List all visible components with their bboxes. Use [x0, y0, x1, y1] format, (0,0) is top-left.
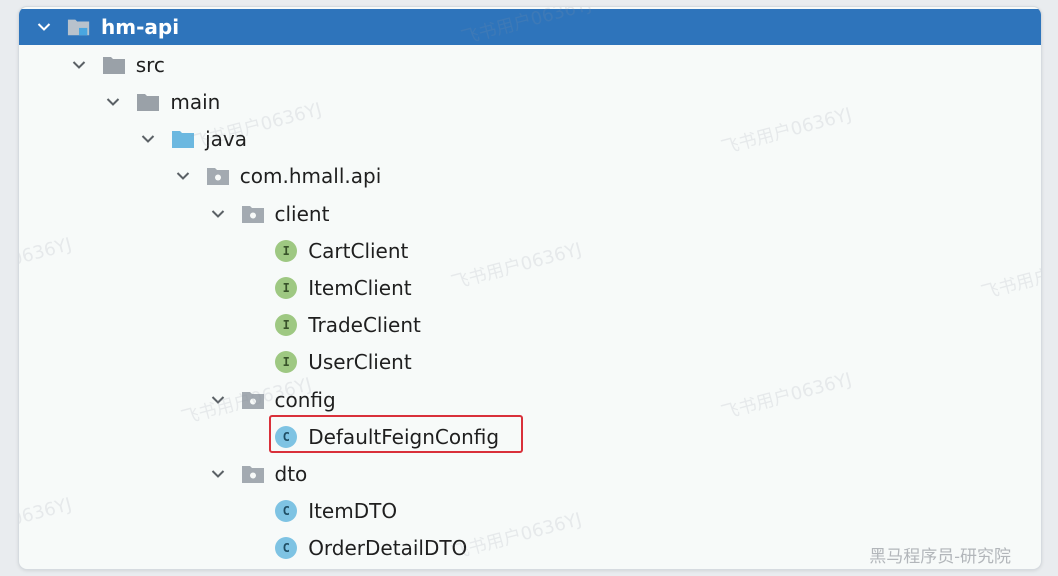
- tree-row-label: main: [170, 89, 221, 114]
- tree-row[interactable]: I CartClient: [19, 232, 1041, 269]
- arrow-spacer: [241, 426, 263, 448]
- tree-row-label: CartClient: [308, 238, 409, 263]
- corner-watermark: 黑马程序员-研究院: [869, 547, 1011, 567]
- tree-row-label: java: [205, 127, 247, 152]
- tree-row-label: ItemClient: [308, 275, 412, 300]
- package-icon: [241, 463, 265, 485]
- package-icon: [241, 203, 265, 225]
- tree-row-label: config: [274, 387, 336, 412]
- arrow-spacer: [241, 277, 263, 299]
- chevron-down-icon[interactable]: [172, 165, 194, 187]
- package-icon: [241, 389, 265, 411]
- arrow-spacer: [241, 314, 263, 336]
- chevron-down-icon[interactable]: [33, 16, 55, 38]
- tree-row[interactable]: C ItemDTO: [19, 493, 1041, 530]
- chevron-down-icon[interactable]: [207, 463, 229, 485]
- highlight-box: [269, 415, 523, 453]
- folder-icon: [102, 54, 126, 76]
- folder-icon: [136, 91, 160, 113]
- chevron-down-icon[interactable]: [207, 203, 229, 225]
- tree-row-label: TradeClient: [308, 313, 421, 338]
- tree-row-label: client: [274, 201, 330, 226]
- tree-row-label: OrderDetailDTO: [308, 536, 468, 561]
- tree-row[interactable]: java: [19, 121, 1041, 158]
- tree-row-label: com.hmall.api: [239, 164, 382, 189]
- class-icon: C: [275, 537, 298, 560]
- tree-row[interactable]: com.hmall.api: [19, 158, 1041, 195]
- arrow-spacer: [241, 537, 263, 559]
- chevron-down-icon[interactable]: [207, 389, 229, 411]
- tree-row-label: hm-api: [101, 15, 180, 39]
- tree-row-label: UserClient: [308, 350, 412, 375]
- tree-row[interactable]: src: [19, 46, 1041, 83]
- source-folder-icon: [171, 128, 195, 150]
- arrow-spacer: [241, 500, 263, 522]
- interface-icon: I: [275, 276, 298, 299]
- interface-icon: I: [275, 314, 298, 337]
- arrow-spacer: [241, 240, 263, 262]
- tree-row[interactable]: hm-api: [19, 9, 1041, 45]
- tree-row[interactable]: main: [19, 83, 1041, 120]
- chevron-down-icon[interactable]: [102, 91, 124, 113]
- tree-row[interactable]: I UserClient: [19, 344, 1041, 381]
- package-icon: [206, 165, 230, 187]
- tree-row-label: ItemDTO: [308, 499, 398, 524]
- arrow-spacer: [241, 351, 263, 373]
- tree-row[interactable]: C DefaultFeignConfig: [19, 418, 1041, 455]
- tree-row[interactable]: I ItemClient: [19, 269, 1041, 306]
- tree-row[interactable]: config: [19, 381, 1041, 418]
- tree-row[interactable]: client: [19, 195, 1041, 232]
- chevron-down-icon[interactable]: [68, 54, 90, 76]
- chevron-down-icon[interactable]: [137, 128, 159, 150]
- project-tree-panel: hm-api src main java com.hmall.api client I Car…: [19, 7, 1041, 569]
- tree-row-label: src: [135, 52, 165, 77]
- interface-icon: I: [275, 351, 298, 374]
- interface-icon: I: [275, 239, 298, 262]
- tree-row[interactable]: dto: [19, 455, 1041, 492]
- module-folder-icon: [67, 16, 91, 38]
- class-icon: C: [275, 500, 298, 523]
- tree-row-label: dto: [274, 461, 308, 486]
- tree-row[interactable]: I TradeClient: [19, 307, 1041, 344]
